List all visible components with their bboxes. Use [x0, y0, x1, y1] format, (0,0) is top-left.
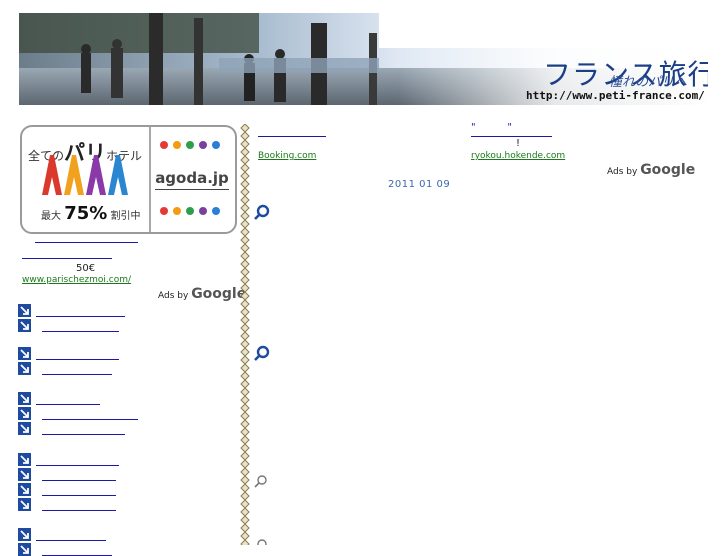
arrow-icon — [18, 391, 31, 405]
arrow-icon — [18, 497, 31, 511]
agoda-ad[interactable]: 全てのパリホテル 最大 75% 割引中 agoda.jp — [20, 125, 237, 234]
main-ads-by-google[interactable]: Ads by Google — [607, 162, 695, 178]
sidebar-nav-item[interactable] — [18, 497, 116, 511]
color-dot — [186, 141, 194, 149]
sidebar-nav-item[interactable] — [18, 303, 125, 317]
arrow-icon — [18, 452, 31, 466]
post-date: 2011 01 09 — [388, 179, 451, 190]
banner-subtitle: 憧れのパリへ — [609, 75, 688, 90]
main-ad2-url[interactable]: ryokou.hokende.com — [471, 151, 565, 161]
agoda-discount-prefix: 最大 — [41, 211, 61, 222]
magnifier-icon[interactable] — [254, 204, 270, 220]
sidebar-nav-item[interactable] — [18, 391, 100, 405]
sidebar-nav-item[interactable] — [18, 482, 116, 496]
color-dot — [173, 141, 181, 149]
sidebar-nav-link[interactable] — [36, 465, 119, 466]
sidebar-nav-link[interactable] — [42, 495, 116, 496]
sidebar-nav-link[interactable] — [42, 419, 138, 420]
sidebar-nav-item[interactable] — [18, 361, 112, 375]
magnifier-icon[interactable] — [254, 345, 270, 361]
main-ad2-title-link[interactable] — [471, 136, 552, 137]
sidebar-ads-by-google[interactable]: Ads by Google — [158, 286, 246, 302]
arrow-icon — [18, 482, 31, 496]
magnifier-icon[interactable] — [254, 474, 268, 488]
sidebar-nav-link[interactable] — [36, 359, 119, 360]
sidebar-nav-item[interactable] — [18, 467, 116, 481]
sidebar-nav-link[interactable] — [36, 404, 100, 405]
color-dot — [173, 207, 181, 215]
arrow-icon — [18, 542, 31, 556]
chain-divider — [240, 124, 250, 545]
color-dot — [186, 207, 194, 215]
main-ad2-quotes[interactable]: " " — [471, 122, 512, 133]
sidebar-nav-item[interactable] — [18, 318, 119, 332]
sidebar-nav-item[interactable] — [18, 346, 119, 360]
color-dot — [212, 141, 220, 149]
main-ad1-url[interactable]: Booking.com — [258, 151, 316, 161]
color-dot — [199, 207, 207, 215]
agoda-discount-value: 75% — [64, 203, 108, 224]
sidebar-nav-link[interactable] — [42, 374, 112, 375]
magnifier-icon[interactable] — [254, 538, 268, 545]
sidebar-nav-item[interactable] — [18, 452, 119, 466]
agoda-divider — [149, 127, 151, 232]
color-dot — [160, 207, 168, 215]
arrow-icon — [18, 421, 31, 435]
arrow-icon — [18, 361, 31, 375]
arrow-icon — [18, 303, 31, 317]
eiffel-tower-icon — [42, 155, 128, 195]
header-banner[interactable]: フランス旅行 憧れのパリへ http://www.peti-france.com… — [19, 13, 708, 105]
sidebar-nav-link[interactable] — [36, 316, 125, 317]
arrow-icon — [18, 406, 31, 420]
sidebar-nav-link[interactable] — [42, 434, 125, 435]
sidebar-nav-link[interactable] — [42, 480, 116, 481]
arrow-icon — [18, 318, 31, 332]
sidebar-nav-item[interactable] — [18, 527, 106, 541]
sidebar-nav-link[interactable] — [42, 331, 119, 332]
main-ad2-exclaim: ! — [516, 138, 521, 149]
ads-by-label: Ads by — [607, 167, 638, 177]
sidebar-ad-subtitle-link[interactable] — [22, 258, 112, 259]
agoda-logo: agoda.jp — [155, 169, 229, 190]
google-logo: Google — [640, 162, 696, 178]
sidebar-ad-url[interactable]: www.parischezmoi.com/ — [22, 275, 131, 285]
sidebar-nav-item[interactable] — [18, 406, 138, 420]
sidebar-ad-title-link[interactable] — [35, 242, 138, 243]
sidebar-ad-price: 50€ — [76, 263, 96, 274]
arrow-icon — [18, 346, 31, 360]
agoda-ad-discount: 最大 75% 割引中 — [41, 203, 140, 224]
sidebar-nav-link[interactable] — [36, 540, 106, 541]
sidebar-nav-item[interactable] — [18, 542, 112, 556]
agoda-dots-top — [160, 141, 220, 149]
sidebar-nav-item[interactable] — [18, 421, 125, 435]
arrow-icon — [18, 527, 31, 541]
sidebar-nav-link[interactable] — [42, 510, 116, 511]
agoda-dots-bottom — [160, 207, 220, 215]
banner-url: http://www.peti-france.com/ — [526, 89, 705, 102]
color-dot — [160, 141, 168, 149]
ads-by-label: Ads by — [158, 291, 189, 301]
color-dot — [199, 141, 207, 149]
color-dot — [212, 207, 220, 215]
main-ad1-title-link[interactable] — [258, 136, 326, 137]
agoda-discount-suffix: 割引中 — [110, 211, 141, 222]
arrow-icon — [18, 467, 31, 481]
